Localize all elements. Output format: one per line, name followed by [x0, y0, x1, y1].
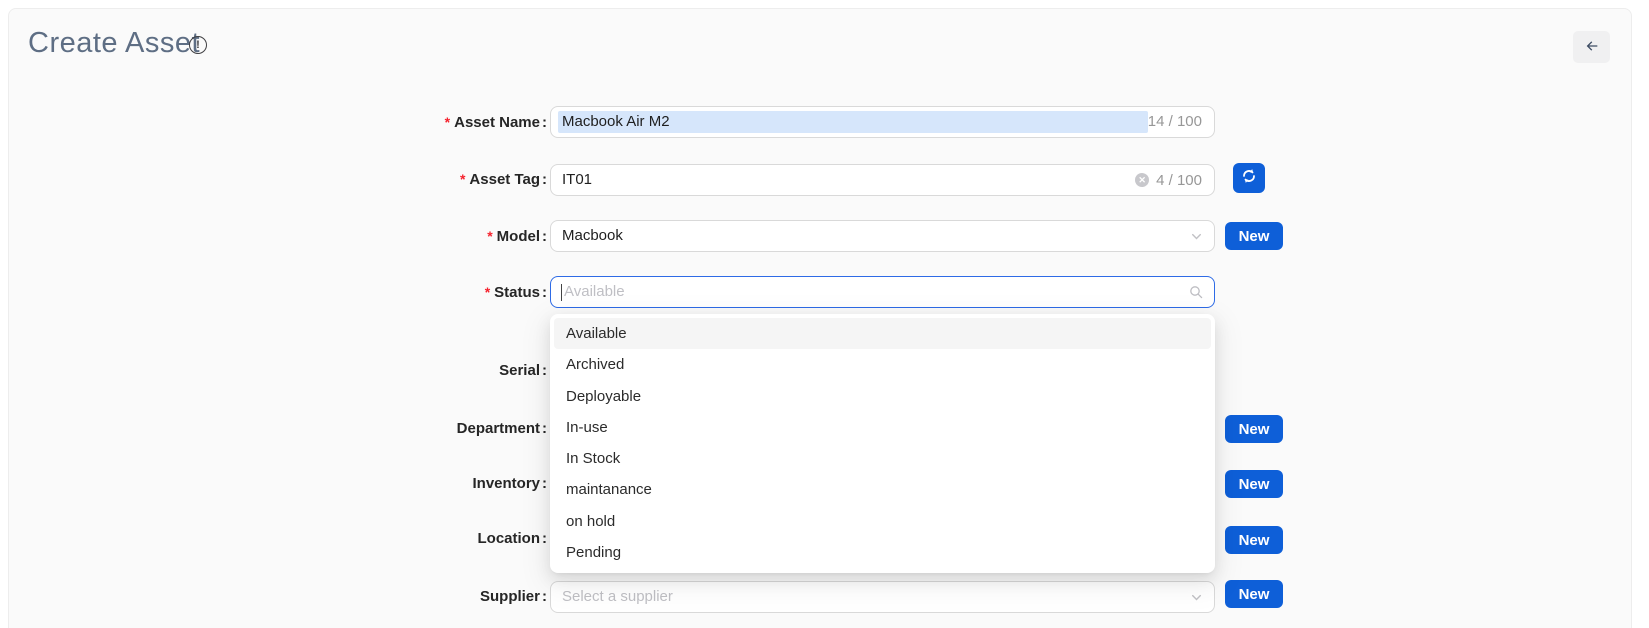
- new-inventory-button[interactable]: New: [1225, 470, 1283, 498]
- required-mark: *: [487, 228, 492, 244]
- status-label: *Status:: [260, 282, 547, 302]
- create-asset-page: Create Asset ! *Asset Name: Macbook Air …: [0, 0, 1649, 628]
- serial-label: Serial:: [260, 361, 547, 381]
- status-option[interactable]: Deployable: [554, 381, 1211, 412]
- arrow-left-icon: [1583, 38, 1601, 57]
- location-label: Location:: [260, 529, 547, 549]
- generate-tag-button[interactable]: [1233, 163, 1265, 193]
- inventory-label: Inventory:: [260, 474, 547, 494]
- status-placeholder: Available: [564, 277, 625, 307]
- text-cursor: [561, 284, 562, 301]
- status-option[interactable]: Archived: [554, 349, 1211, 380]
- supplier-select[interactable]: Select a supplier: [550, 581, 1215, 613]
- status-dropdown: Available Archived Deployable In-use In …: [550, 314, 1215, 573]
- model-value: Macbook: [562, 221, 623, 251]
- status-option[interactable]: Available: [554, 318, 1211, 349]
- back-button[interactable]: [1573, 31, 1610, 63]
- asset-tag-input[interactable]: IT01 ✕ 4 / 100: [550, 164, 1215, 196]
- new-department-button[interactable]: New: [1225, 415, 1283, 443]
- model-label: *Model:: [260, 226, 547, 246]
- status-option[interactable]: In Stock: [554, 443, 1211, 474]
- chevron-down-icon: [1190, 230, 1203, 247]
- status-combobox[interactable]: Available: [550, 276, 1215, 308]
- status-option[interactable]: Pending: [554, 537, 1211, 568]
- asset-tag-label: *Asset Tag:: [260, 169, 547, 189]
- asset-name-input[interactable]: Macbook Air M2 14 / 100: [550, 106, 1215, 138]
- required-mark: *: [485, 284, 490, 300]
- page-title: Create Asset: [28, 27, 200, 60]
- new-model-button[interactable]: New: [1225, 222, 1283, 250]
- info-circle-icon[interactable]: !: [189, 36, 207, 54]
- info-icon-glyph: !: [196, 39, 200, 51]
- asset-tag-counter: 4 / 100: [1156, 172, 1202, 189]
- chevron-down-icon: [1190, 591, 1203, 608]
- search-icon: [1189, 285, 1203, 303]
- asset-name-counter: 14 / 100: [1148, 107, 1202, 137]
- required-mark: *: [445, 114, 450, 130]
- asset-name-value: Macbook Air M2: [562, 107, 670, 137]
- status-option[interactable]: In-use: [554, 412, 1211, 443]
- new-location-button[interactable]: New: [1225, 526, 1283, 554]
- asset-tag-value: IT01: [562, 165, 592, 195]
- supplier-placeholder: Select a supplier: [562, 582, 673, 612]
- required-mark: *: [460, 171, 465, 187]
- clear-icon[interactable]: ✕: [1135, 173, 1149, 187]
- model-select[interactable]: Macbook: [550, 220, 1215, 252]
- asset-name-label: *Asset Name:: [260, 112, 547, 132]
- new-supplier-button[interactable]: New: [1225, 580, 1283, 608]
- supplier-label: Supplier:: [260, 587, 547, 607]
- department-label: Department:: [260, 419, 547, 439]
- refresh-icon: [1241, 168, 1257, 188]
- status-option[interactable]: on hold: [554, 506, 1211, 537]
- status-option[interactable]: maintanance: [554, 474, 1211, 505]
